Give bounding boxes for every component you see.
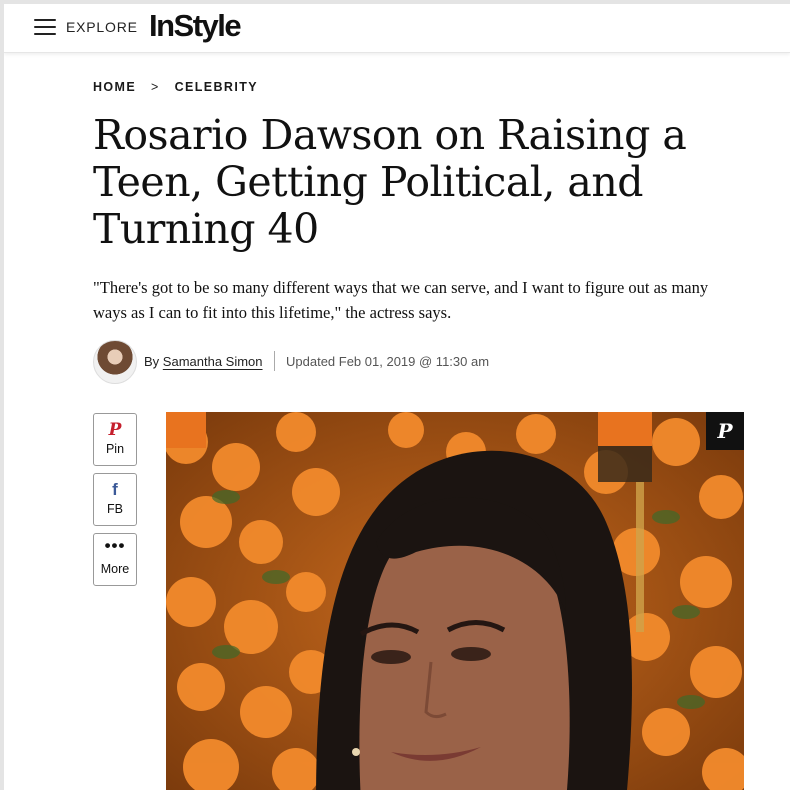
updated-date: Updated Feb 01, 2019 @ 11:30 am [286, 354, 490, 369]
breadcrumb-home[interactable]: HOME [93, 80, 136, 94]
instyle-logo[interactable]: InStyle [149, 8, 242, 44]
by-label: By [144, 354, 160, 369]
facebook-share-button[interactable]: f FB [93, 473, 137, 526]
article-dek: "There's got to be so many different way… [93, 278, 709, 322]
hero-image: P [166, 412, 744, 790]
more-label: More [100, 562, 130, 576]
hamburger-menu-icon[interactable] [34, 19, 56, 35]
breadcrumb: HOME > CELEBRITY [93, 80, 258, 94]
top-nav-bar: EXPLORE InStyle [4, 4, 790, 53]
page: EXPLORE InStyle HOME > CELEBRITY Rosario… [4, 4, 790, 790]
explore-link[interactable]: EXPLORE [66, 19, 138, 35]
pinterest-icon: P [108, 420, 122, 440]
breadcrumb-separator-icon: > [150, 80, 160, 94]
article-title: Rosario Dawson on Raising a Teen, Gettin… [93, 111, 687, 253]
more-share-button[interactable]: ••• More [93, 533, 137, 586]
breadcrumb-celebrity[interactable]: CELEBRITY [175, 80, 258, 94]
author-avatar[interactable] [93, 340, 137, 384]
more-dots-icon: ••• [104, 536, 126, 555]
pin-label: Pin [105, 442, 125, 456]
hero-photo-illustration [166, 412, 744, 790]
author-link[interactable]: Samantha Simon [163, 354, 263, 369]
byline-divider [274, 351, 275, 371]
byline: By Samantha Simon Updated Feb 01, 2019 @… [93, 340, 693, 384]
facebook-icon: f [112, 480, 118, 499]
fb-label: FB [107, 502, 123, 516]
byline-text: By Samantha Simon [144, 354, 263, 369]
hero-pinterest-icon[interactable]: P [706, 412, 744, 450]
pin-share-button[interactable]: P Pin [93, 413, 137, 466]
